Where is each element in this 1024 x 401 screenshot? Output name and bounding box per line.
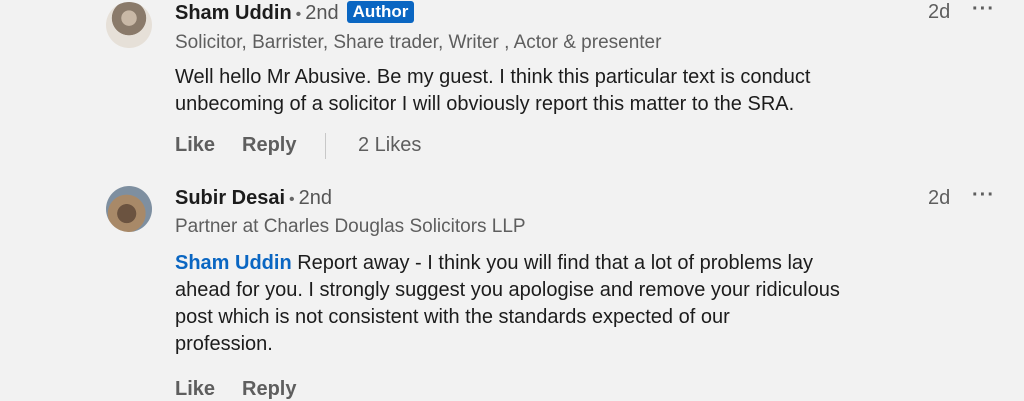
author-line: Subir Desai • 2nd bbox=[175, 187, 332, 210]
timestamp: 2d bbox=[928, 1, 951, 23]
avatar[interactable] bbox=[106, 186, 152, 232]
like-button[interactable]: Like bbox=[175, 378, 215, 401]
author-name[interactable]: Subir Desai bbox=[175, 187, 285, 209]
author-name[interactable]: Sham Uddin bbox=[175, 2, 292, 24]
author-headline: Partner at Charles Douglas Solicitors LL… bbox=[175, 216, 526, 237]
comment-text: Well hello Mr Abusive. Be my guest. I th… bbox=[175, 64, 975, 118]
separator-dot: • bbox=[289, 191, 295, 208]
comment-text-line: unbecoming of a solicitor I will obvious… bbox=[175, 93, 795, 115]
author-headline: Solicitor, Barrister, Share trader, Writ… bbox=[175, 32, 662, 53]
comment-text-line: post which is not consistent with the st… bbox=[175, 306, 730, 328]
like-button[interactable]: Like bbox=[175, 134, 215, 157]
connection-degree: 2nd bbox=[298, 187, 333, 209]
author-badge: Author bbox=[346, 1, 415, 23]
avatar[interactable] bbox=[106, 2, 152, 48]
timestamp: 2d bbox=[928, 187, 951, 209]
comment-text-line: ahead for you. I strongly suggest you ap… bbox=[175, 279, 840, 301]
author-line: Sham Uddin • 2nd Author bbox=[175, 1, 415, 25]
comment-text-line: profession. bbox=[175, 333, 273, 355]
mention-link[interactable]: Sham Uddin bbox=[175, 252, 292, 274]
action-divider bbox=[325, 133, 326, 159]
reply-button[interactable]: Reply bbox=[242, 134, 296, 157]
comment-text-line: Well hello Mr Abusive. Be my guest. I th… bbox=[175, 66, 811, 88]
reply-button[interactable]: Reply bbox=[242, 378, 296, 401]
comment-text-line: Report away - I think you will find that… bbox=[291, 252, 814, 274]
comment-text: Sham Uddin Report away - I think you wil… bbox=[175, 250, 975, 358]
connection-degree: 2nd bbox=[305, 2, 339, 24]
separator-dot: • bbox=[295, 6, 302, 23]
more-options-icon[interactable]: ··· bbox=[972, 0, 995, 21]
likes-count[interactable]: 2 Likes bbox=[358, 134, 421, 157]
more-options-icon[interactable]: ··· bbox=[972, 184, 995, 207]
